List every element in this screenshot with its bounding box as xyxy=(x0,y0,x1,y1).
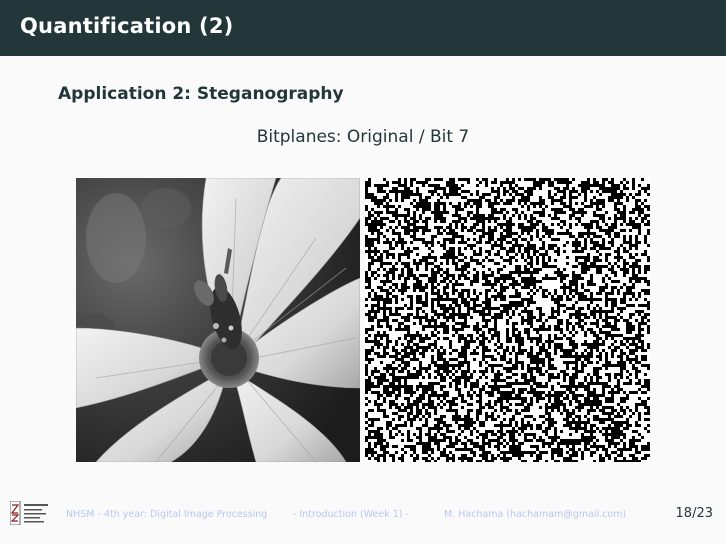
bitplane-image xyxy=(365,178,650,462)
original-image xyxy=(76,178,360,462)
institution-logo xyxy=(10,501,48,525)
footer-author: M. Hachama (hachamam@gmail.com) xyxy=(444,509,627,520)
page-number: 18/23 xyxy=(675,506,713,521)
bitplane-pixels xyxy=(365,178,650,462)
footer-section: - Introduction (Week 1) - xyxy=(293,509,409,520)
section-heading: Application 2: Steganography xyxy=(58,84,344,104)
slide-title: Quantification (2) xyxy=(20,14,234,38)
footer-course: NHSM - 4th year: Digital Image Processin… xyxy=(66,509,268,520)
title-bar: Quantification (2) xyxy=(0,0,726,56)
figure-caption: Bitplanes: Original / Bit 7 xyxy=(256,127,470,147)
